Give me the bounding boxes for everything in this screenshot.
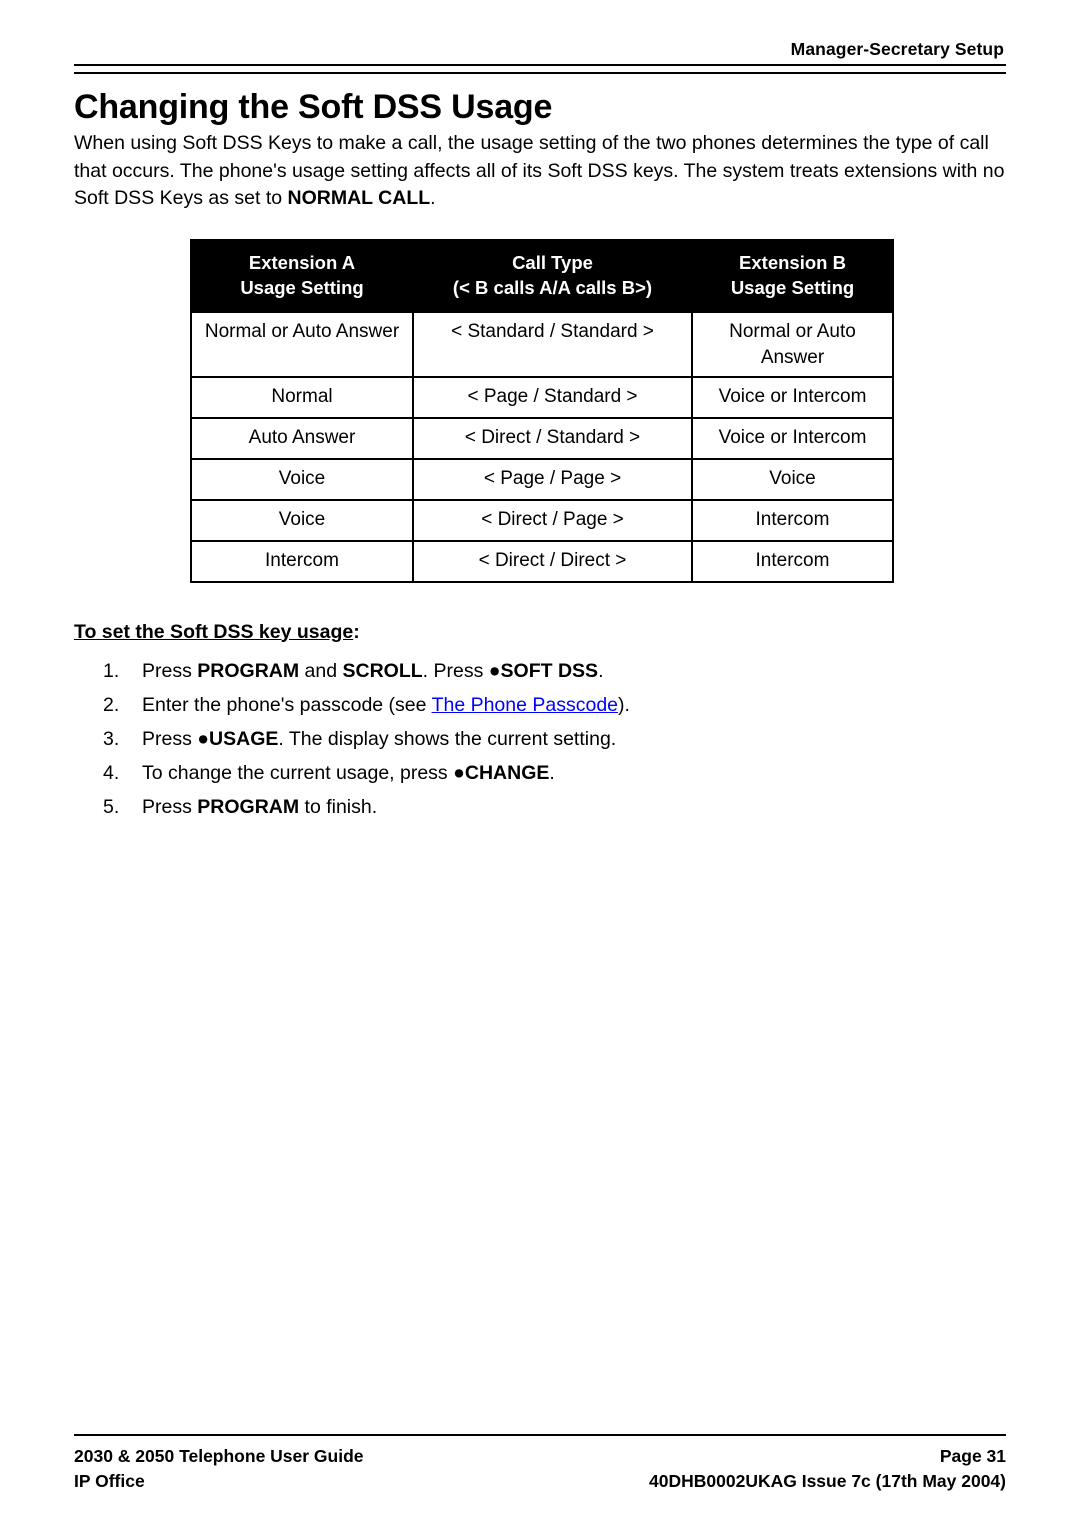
key-usage: ●USAGE bbox=[197, 727, 279, 750]
column-header-line2: Usage Setting bbox=[240, 276, 364, 298]
key-scroll: SCROLL bbox=[342, 659, 423, 682]
step-text: Press bbox=[142, 727, 198, 750]
cell-call-type: < Direct / Page > bbox=[412, 498, 693, 542]
running-head-title: Manager-Secretary Setup bbox=[790, 39, 1004, 59]
table-row: Voice < Direct / Page > Intercom bbox=[190, 498, 894, 542]
key-soft-dss: ●SOFT DSS bbox=[488, 659, 599, 682]
step-text: ). bbox=[618, 693, 630, 716]
procedure-heading-colon: : bbox=[353, 620, 360, 643]
column-header-line2: (< B calls A/A calls B>) bbox=[452, 276, 653, 298]
step-text: . bbox=[598, 659, 604, 682]
list-item: To change the current usage, press ●CHAN… bbox=[74, 756, 1006, 790]
usage-table-container: Extension A Usage Setting Call Type (< B… bbox=[190, 238, 894, 583]
page-footer: 2030 & 2050 Telephone User Guide Page 31… bbox=[74, 1434, 1006, 1494]
step-text: Enter the phone's passcode (see bbox=[142, 693, 432, 716]
footer-page-number: Page 31 bbox=[939, 1446, 1006, 1466]
step-text: To change the current usage, press bbox=[142, 761, 454, 784]
key-program: PROGRAM bbox=[197, 795, 300, 818]
column-header-line1: Extension B bbox=[739, 251, 846, 273]
footer-line-1: 2030 & 2050 Telephone User Guide Page 31 bbox=[74, 1444, 1006, 1469]
cell-extension-a: Normal or Auto Answer bbox=[190, 310, 414, 378]
cell-extension-b: Voice or Intercom bbox=[691, 416, 894, 460]
step-text: Press bbox=[142, 795, 198, 818]
page-header: Manager-Secretary Setup bbox=[74, 0, 1006, 74]
column-header-line2: Usage Setting bbox=[730, 276, 855, 298]
cell-call-type: < Page / Standard > bbox=[412, 375, 693, 419]
intro-text-part2: . bbox=[430, 187, 436, 209]
list-item: Press PROGRAM to finish. bbox=[74, 790, 1006, 824]
cell-call-type: < Standard / Standard > bbox=[412, 310, 693, 378]
page-title: Changing the Soft DSS Usage bbox=[74, 88, 553, 126]
document-page: Manager-Secretary Setup Changing the Sof… bbox=[0, 0, 1080, 1528]
cell-extension-a: Voice bbox=[190, 457, 414, 501]
table-row: Normal or Auto Answer < Standard / Stand… bbox=[190, 310, 894, 378]
procedure-heading-text: To set the Soft DSS key usage bbox=[74, 620, 354, 643]
step-text: to finish. bbox=[299, 795, 378, 818]
cell-extension-a: Normal bbox=[190, 375, 414, 419]
table-row: Auto Answer < Direct / Standard > Voice … bbox=[190, 416, 894, 460]
footer-product-name: IP Office bbox=[74, 1471, 145, 1491]
cell-extension-b: Voice or Intercom bbox=[691, 375, 894, 419]
procedure-step-list: Press PROGRAM and SCROLL. Press ●SOFT DS… bbox=[74, 654, 1006, 824]
cell-extension-b: Normal or Auto Answer bbox=[691, 310, 894, 378]
column-header-line1: Call Type bbox=[512, 251, 593, 273]
intro-text-part1: When using Soft DSS Keys to make a call,… bbox=[74, 132, 1005, 209]
intro-emphasis: NORMAL CALL bbox=[287, 187, 431, 209]
cell-extension-b: Intercom bbox=[691, 498, 894, 542]
cell-call-type: < Direct / Standard > bbox=[412, 416, 693, 460]
key-change: ●CHANGE bbox=[453, 761, 550, 784]
step-text: . bbox=[549, 761, 555, 784]
column-header-line1: Extension A bbox=[248, 251, 356, 273]
table-row: Intercom < Direct / Direct > Intercom bbox=[190, 539, 894, 583]
link-the-phone-passcode[interactable]: The Phone Passcode bbox=[432, 694, 618, 716]
key-program: PROGRAM bbox=[197, 659, 300, 682]
column-header-extension-b: Extension B Usage Setting bbox=[691, 238, 894, 313]
footer-rule bbox=[74, 1434, 1006, 1436]
table-header-row: Extension A Usage Setting Call Type (< B… bbox=[190, 238, 894, 313]
cell-extension-a: Intercom bbox=[190, 539, 414, 583]
table-row: Voice < Page / Page > Voice bbox=[190, 457, 894, 501]
usage-table: Extension A Usage Setting Call Type (< B… bbox=[190, 238, 894, 583]
step-text: . Press bbox=[422, 659, 489, 682]
footer-line-2: IP Office 40DHB0002UKAG Issue 7c (17th M… bbox=[74, 1469, 1006, 1494]
procedure-heading: To set the Soft DSS key usage: bbox=[74, 619, 1006, 645]
footer-guide-title: 2030 & 2050 Telephone User Guide bbox=[74, 1446, 364, 1466]
column-header-extension-a: Extension A Usage Setting bbox=[190, 238, 414, 313]
list-item: Press ●USAGE. The display shows the curr… bbox=[74, 722, 1006, 756]
step-text: and bbox=[299, 659, 343, 682]
cell-extension-a: Auto Answer bbox=[190, 416, 414, 460]
column-header-call-type: Call Type (< B calls A/A calls B>) bbox=[412, 238, 693, 313]
footer-document-id: 40DHB0002UKAG Issue 7c (17th May 2004) bbox=[649, 1471, 1006, 1491]
table-row: Normal < Page / Standard > Voice or Inte… bbox=[190, 375, 894, 419]
cell-call-type: < Page / Page > bbox=[412, 457, 693, 501]
cell-extension-a: Voice bbox=[190, 498, 414, 542]
cell-extension-b: Intercom bbox=[691, 539, 894, 583]
step-text: . The display shows the current setting. bbox=[278, 727, 617, 750]
intro-paragraph: When using Soft DSS Keys to make a call,… bbox=[74, 130, 1006, 213]
cell-call-type: < Direct / Direct > bbox=[412, 539, 693, 583]
list-item: Press PROGRAM and SCROLL. Press ●SOFT DS… bbox=[74, 654, 1006, 688]
list-item: Enter the phone's passcode (see The Phon… bbox=[74, 688, 1006, 722]
step-text: Press bbox=[142, 659, 198, 682]
header-double-rule bbox=[74, 64, 1006, 74]
cell-extension-b: Voice bbox=[691, 457, 894, 501]
